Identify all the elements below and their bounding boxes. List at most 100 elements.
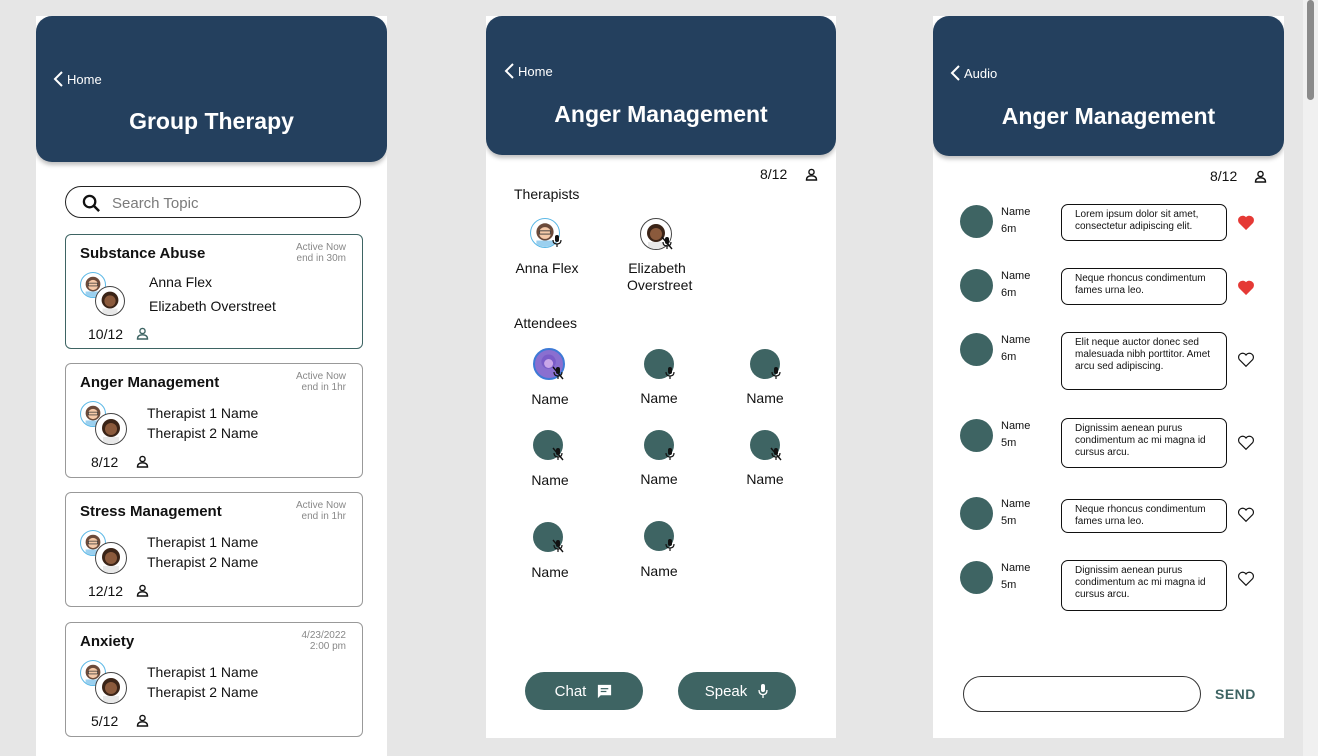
mic-icon	[758, 684, 768, 698]
heart-icon[interactable]	[1237, 506, 1255, 524]
status-line-1: Active Now	[295, 371, 346, 382]
header: Home Group Therapy	[36, 16, 387, 162]
search-input[interactable]	[110, 191, 344, 215]
message-bubble: Lorem ipsum dolor sit amet, consectetur …	[1061, 204, 1227, 241]
user-avatar	[960, 419, 993, 452]
therapist-avatar	[95, 542, 127, 574]
therapist-avatar	[95, 672, 127, 704]
card-status: Active Now end in 1hr	[256, 500, 346, 522]
message-bubble: Elit neque auctor donec sed malesuada ni…	[1061, 332, 1227, 390]
participant-count: 12/12	[88, 583, 124, 599]
mic-off-icon	[661, 236, 673, 250]
attendees-heading: Attendees	[514, 315, 578, 331]
card-title: Stress Management	[80, 503, 222, 520]
status-line-1: Active Now	[295, 500, 346, 511]
therapist-name: Elizabeth Overstreet	[149, 298, 276, 314]
message-bubble: Dignissim aenean purus condimentum ac mi…	[1061, 418, 1227, 468]
page-title: Anger Management	[1001, 103, 1216, 129]
mic-icon	[771, 367, 781, 379]
person-icon	[805, 168, 818, 181]
sender-info: Name 5m	[1001, 418, 1030, 452]
message-time: 6m	[1001, 223, 1017, 235]
attendee-name: Name	[746, 390, 784, 406]
therapist-avatar	[95, 286, 125, 316]
status-line-2: end in 1hr	[301, 382, 346, 393]
message-time: 6m	[1001, 287, 1017, 299]
person-icon	[136, 714, 149, 727]
attendee-name: Name	[531, 472, 569, 488]
session-card[interactable]: Anger Management Active Now end in 1hr Th…	[65, 363, 363, 478]
header: Audio Anger Management	[933, 16, 1284, 156]
heart-icon[interactable]	[1237, 351, 1255, 369]
back-button[interactable]: Home	[503, 62, 553, 80]
person-icon	[136, 455, 149, 468]
message-bubble: Dignissim aenean purus condimentum ac mi…	[1061, 560, 1227, 611]
attendee-name: Name	[746, 471, 784, 487]
therapist-name: Elizabeth Overstreet	[627, 260, 693, 293]
therapist-name: Therapist 1 Name	[147, 405, 259, 421]
message-time: 5m	[1001, 437, 1017, 449]
scrollbar-thumb[interactable]	[1307, 0, 1314, 100]
message-time: 6m	[1001, 351, 1017, 363]
session-card[interactable]: Anxiety 4/23/2022 2:00 pm Therapist 1 Nam…	[65, 622, 363, 737]
therapist-name: Therapist 2 Name	[147, 684, 259, 700]
message-input[interactable]	[963, 676, 1201, 712]
search-bar[interactable]	[65, 186, 361, 218]
person-icon	[136, 327, 149, 340]
therapist-name: Therapist 2 Name	[147, 425, 259, 441]
status-line-2: end in 1hr	[301, 511, 346, 522]
heart-icon[interactable]	[1237, 214, 1255, 232]
heart-icon[interactable]	[1237, 570, 1255, 588]
session-card[interactable]: Stress Management Active Now end in 1hr T…	[65, 492, 363, 607]
participant-count: 10/12	[88, 326, 124, 342]
user-avatar	[960, 497, 993, 530]
therapist-avatar	[95, 413, 127, 445]
heart-icon[interactable]	[1237, 434, 1255, 452]
participant-count: 8/12	[1210, 168, 1238, 184]
status-line-1: 4/23/2022	[301, 630, 347, 641]
card-title: Anxiety	[80, 633, 135, 650]
chat-screen: Audio Anger Management 8/12 Name 6m Lorem…	[933, 16, 1284, 738]
sender-name: Name	[1001, 334, 1031, 346]
chat-icon	[598, 684, 612, 698]
attendee-name: Name	[640, 471, 678, 487]
attendee-name: Name	[640, 563, 678, 579]
send-button[interactable]: SEND	[1215, 686, 1256, 702]
therapist-name: Therapist 2 Name	[147, 554, 259, 570]
mic-icon	[665, 539, 675, 551]
session-room-screen: Home Anger Management 8/12 Therapists An…	[486, 16, 836, 738]
session-card[interactable]: Substance Abuse Active Now end in 30m Ann…	[65, 234, 363, 349]
scrollbar[interactable]	[1303, 0, 1318, 756]
participant-count: 8/12	[760, 166, 788, 182]
status-line-2: end in 30m	[296, 253, 346, 264]
mic-off-icon	[552, 539, 564, 553]
user-avatar	[960, 205, 993, 238]
back-button[interactable]: Home	[52, 70, 102, 88]
speak-button[interactable]: Speak	[678, 672, 796, 710]
sender-info: Name 6m	[1001, 204, 1030, 238]
back-button[interactable]: Audio	[949, 64, 997, 82]
card-status: 4/23/2022 2:00 pm	[256, 630, 347, 652]
card-status: Active Now end in 30m	[256, 242, 346, 264]
page-title: Group Therapy	[129, 108, 294, 134]
message-time: 5m	[1001, 515, 1017, 527]
mic-off-icon	[770, 447, 782, 461]
sender-name: Name	[1001, 270, 1031, 282]
chevron-left-icon	[504, 63, 514, 79]
mic-icon	[552, 235, 562, 247]
person-icon	[136, 584, 149, 597]
heart-icon[interactable]	[1237, 279, 1255, 297]
user-avatar	[960, 561, 993, 594]
sender-info: Name 6m	[1001, 268, 1030, 302]
mic-icon	[665, 367, 675, 379]
card-status: Active Now end in 1hr	[256, 371, 346, 393]
attendee-name: Name	[531, 564, 569, 580]
page-title: Anger Management	[554, 101, 768, 127]
message-time: 5m	[1001, 579, 1017, 591]
user-avatar	[960, 269, 993, 302]
sender-info: Name 5m	[1001, 496, 1030, 530]
person-icon	[1254, 170, 1267, 183]
chevron-left-icon	[53, 71, 63, 87]
speak-label: Speak	[704, 682, 748, 700]
chat-button[interactable]: Chat	[525, 672, 643, 710]
